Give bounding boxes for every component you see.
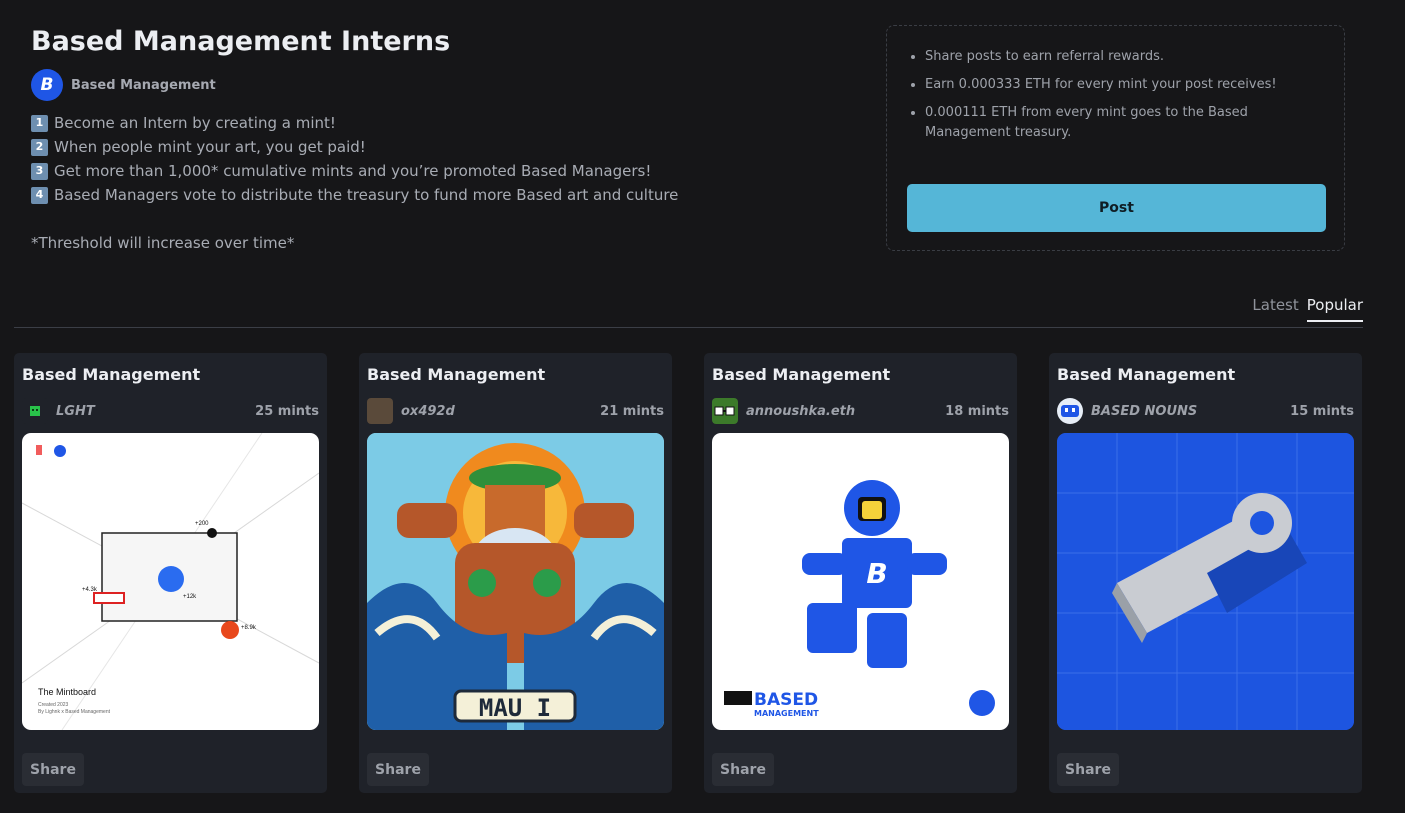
mint-count: 25 mints bbox=[255, 403, 319, 419]
card-meta: BASED NOUNS 15 mints bbox=[1057, 397, 1354, 425]
mint-count: 15 mints bbox=[1290, 403, 1354, 419]
keycap-number-icon: 2 bbox=[31, 138, 48, 156]
keycap-number-icon: 4 bbox=[31, 186, 48, 204]
creator-avatar bbox=[1057, 398, 1083, 424]
card-meta: annoushka.eth 18 mints bbox=[712, 397, 1009, 425]
mintboard-byline: By Lighnk x Based Management bbox=[38, 709, 111, 715]
step-text: When people mint your art, you get paid! bbox=[54, 138, 366, 156]
card-meta: ox492d 21 mints bbox=[367, 397, 664, 425]
mint-count: 21 mints bbox=[600, 403, 664, 419]
creator-link[interactable]: LGHT bbox=[22, 398, 95, 424]
creator-name: annoushka.eth bbox=[746, 403, 856, 419]
share-button[interactable]: Share bbox=[1057, 753, 1119, 786]
mint-count: 18 mints bbox=[945, 403, 1009, 419]
mint-grid: Based Management LGHT 25 mints +200 +4.3… bbox=[14, 353, 1362, 793]
lego-astronaut-artwork: B BASED MANAGEMENT bbox=[724, 480, 995, 718]
step-4: 4 Based Managers vote to distribute the … bbox=[31, 183, 678, 207]
info-bullet: Earn 0.000333 ETH for every mint your po… bbox=[925, 75, 1285, 95]
label-200: +200 bbox=[195, 521, 209, 527]
mint-card[interactable]: Based Management annoushka.eth 18 mints … bbox=[704, 353, 1017, 793]
card-title: Based Management bbox=[367, 365, 546, 384]
description: 1 Become an Intern by creating a mint! 2… bbox=[31, 111, 678, 255]
based-brand-top: BASED bbox=[754, 690, 818, 710]
mintboard-artwork: +200 +4.3k +12k +8.9k The Mintboard Crea… bbox=[22, 433, 319, 730]
keycap-number-icon: 3 bbox=[31, 162, 48, 180]
creator-name: BASED NOUNS bbox=[1091, 403, 1198, 419]
label-8-9k: +8.9k bbox=[241, 625, 257, 631]
card-title: Based Management bbox=[712, 365, 891, 384]
keycap-number-icon: 1 bbox=[31, 114, 48, 132]
noun-face-icon bbox=[1061, 405, 1079, 417]
step-text: Get more than 1,000* cumulative mints an… bbox=[54, 162, 652, 180]
threshold-note: *Threshold will increase over time* bbox=[31, 234, 295, 252]
card-title: Based Management bbox=[1057, 365, 1236, 384]
hardware-wallet-artwork bbox=[1057, 433, 1354, 730]
label-12k: +12k bbox=[183, 594, 197, 600]
step-text: Based Managers vote to distribute the tr… bbox=[54, 186, 679, 204]
mintboard-heading: The Mintboard bbox=[38, 687, 96, 697]
creator-name: LGHT bbox=[56, 403, 95, 419]
creator-avatar bbox=[367, 398, 393, 424]
based-logo-avatar: B bbox=[31, 69, 63, 101]
creator-link[interactable]: BASED NOUNS bbox=[1057, 398, 1197, 424]
maui-pixel-artwork: MAU I bbox=[367, 433, 664, 730]
tab-popular[interactable]: Popular bbox=[1306, 296, 1363, 322]
sort-tabs: Latest Popular bbox=[1252, 296, 1363, 322]
mint-image[interactable] bbox=[1057, 433, 1354, 730]
divider bbox=[14, 327, 1363, 328]
info-panel: Share posts to earn referral rewards. Ea… bbox=[886, 25, 1345, 251]
based-brand-bottom: MANAGEMENT bbox=[754, 709, 819, 718]
page-title: Based Management Interns bbox=[31, 26, 451, 57]
mint-image[interactable]: B BASED MANAGEMENT bbox=[712, 433, 1009, 730]
share-button[interactable]: Share bbox=[367, 753, 429, 786]
post-button[interactable]: Post bbox=[907, 184, 1326, 232]
step-3: 3 Get more than 1,000* cumulative mints … bbox=[31, 159, 678, 183]
mintboard-created: Created 2023 bbox=[38, 702, 69, 708]
share-button[interactable]: Share bbox=[712, 753, 774, 786]
mint-image[interactable]: MAU I bbox=[367, 433, 664, 730]
mint-image[interactable]: +200 +4.3k +12k +8.9k The Mintboard Crea… bbox=[22, 433, 319, 730]
card-title: Based Management bbox=[22, 365, 201, 384]
info-bullet: 0.000111 ETH from every mint goes to the… bbox=[925, 103, 1285, 143]
creator-link[interactable]: annoushka.eth bbox=[712, 398, 855, 424]
creator-name: ox492d bbox=[401, 403, 455, 419]
creator-link[interactable]: ox492d bbox=[367, 398, 455, 424]
author-link[interactable]: B Based Management bbox=[31, 69, 216, 101]
author-name: Based Management bbox=[71, 77, 216, 93]
noggles-icon bbox=[714, 406, 735, 416]
step-2: 2 When people mint your art, you get pai… bbox=[31, 135, 678, 159]
card-meta: LGHT 25 mints bbox=[22, 397, 319, 425]
label-4-3k: +4.3k bbox=[82, 587, 98, 593]
mint-card[interactable]: Based Management BASED NOUNS 15 mints Sh… bbox=[1049, 353, 1362, 793]
maui-banner-text: MAU I bbox=[479, 694, 551, 722]
info-bullet: Share posts to earn referral rewards. bbox=[925, 47, 1285, 67]
mint-card[interactable]: Based Management ox492d 21 mints MAU I S… bbox=[359, 353, 672, 793]
step-1: 1 Become an Intern by creating a mint! bbox=[31, 111, 678, 135]
share-button[interactable]: Share bbox=[22, 753, 84, 786]
mint-card[interactable]: Based Management LGHT 25 mints +200 +4.3… bbox=[14, 353, 327, 793]
info-list: Share posts to earn referral rewards. Ea… bbox=[925, 47, 1285, 151]
pixel-avatar-icon bbox=[30, 406, 40, 416]
creator-avatar bbox=[712, 398, 738, 424]
step-text: Become an Intern by creating a mint! bbox=[54, 114, 336, 132]
tab-latest[interactable]: Latest bbox=[1252, 296, 1298, 322]
creator-avatar bbox=[22, 398, 48, 424]
svg-text:B: B bbox=[866, 557, 887, 590]
